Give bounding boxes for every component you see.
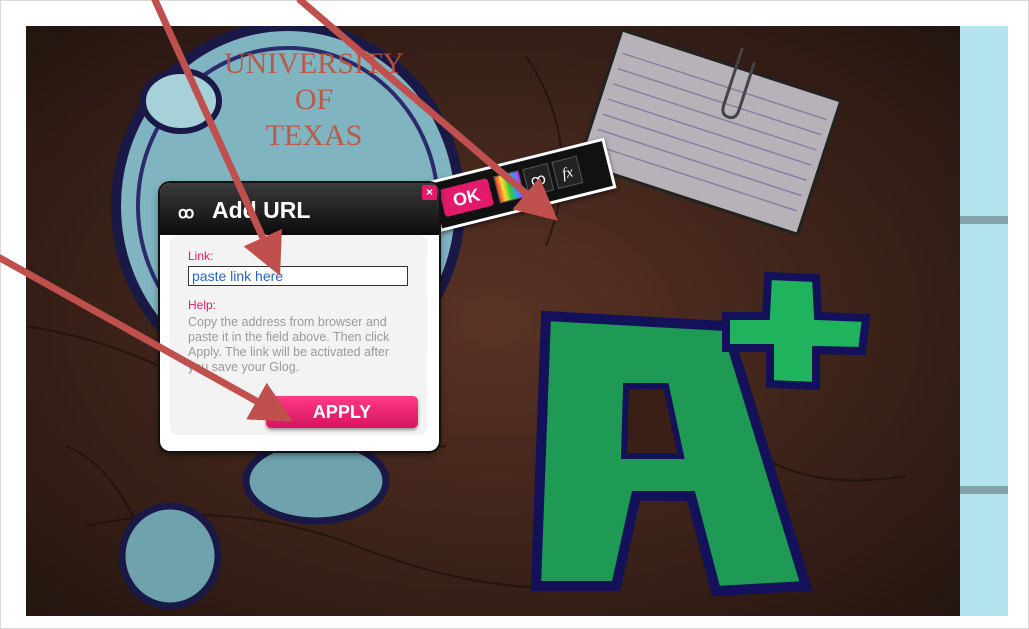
strip-post (960, 216, 1008, 224)
university-sticker-text: UNIVERSITY OF TEXAS (174, 46, 454, 154)
link-icon: ꝏ (178, 205, 195, 222)
link-icon[interactable]: ꝏ (522, 162, 555, 197)
strip-post (960, 486, 1008, 494)
close-button[interactable]: × (422, 185, 437, 200)
sticker-line: OF (294, 83, 334, 116)
add-url-dialog: ꝏ Add URL × Link: Help: Copy the address… (160, 183, 439, 451)
fx-button[interactable]: fx (551, 155, 584, 190)
color-palette-icon[interactable] (493, 170, 526, 204)
help-text: Copy the address from browser and paste … (188, 315, 390, 374)
ok-button[interactable]: OK (438, 177, 495, 218)
sticker-line: TEXAS (265, 119, 363, 152)
side-strip (960, 26, 1008, 616)
bubble-bottom (118, 502, 222, 610)
dialog-title: Add URL (212, 197, 311, 223)
link-input[interactable] (188, 266, 408, 286)
link-label: Link: (188, 249, 214, 263)
dialog-header: ꝏ Add URL × (160, 183, 439, 235)
sticker-line: UNIVERSITY (224, 47, 404, 80)
apply-button[interactable]: APPLY (266, 396, 418, 428)
help-label: Help: (188, 298, 217, 312)
